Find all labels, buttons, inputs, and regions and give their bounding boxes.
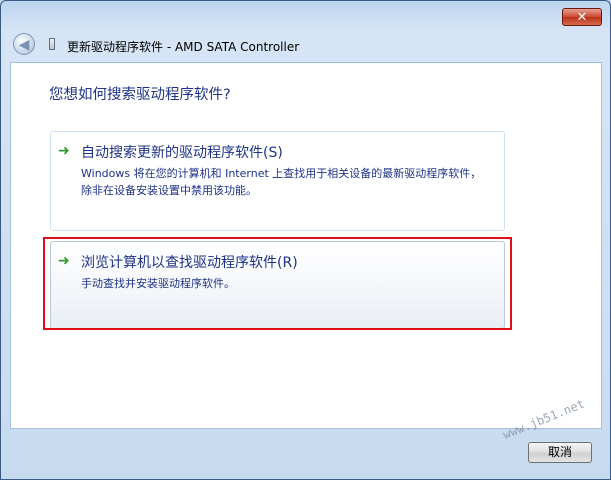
green-arrow-icon: ➜ bbox=[58, 143, 70, 159]
option-title: 自动搜索更新的驱动程序软件(S) bbox=[81, 145, 283, 161]
close-button[interactable]: ✕ bbox=[562, 8, 602, 26]
back-button[interactable]: ◀ bbox=[13, 33, 35, 55]
dialog-window: ✕ ◀ 更新驱动程序软件 - AMD SATA Controller 您想如何搜… bbox=[0, 0, 611, 480]
device-icon bbox=[49, 38, 55, 50]
page-heading: 您想如何搜索驱动程序软件? bbox=[49, 87, 231, 103]
option-description: Windows 将在您的计算机和 Internet 上查找用于相关设备的最新驱动… bbox=[81, 167, 482, 197]
wizard-header: ◀ 更新驱动程序软件 - AMD SATA Controller bbox=[1, 29, 610, 59]
cancel-button[interactable]: 取消 bbox=[528, 442, 592, 463]
red-highlight-box bbox=[43, 237, 512, 330]
close-icon: ✕ bbox=[576, 10, 588, 25]
option-auto-search[interactable]: ➜ 自动搜索更新的驱动程序软件(S) Windows 将在您的计算机和 Inte… bbox=[50, 131, 505, 231]
back-arrow-icon: ◀ bbox=[18, 37, 30, 53]
window-title: 更新驱动程序软件 - AMD SATA Controller bbox=[67, 40, 300, 54]
